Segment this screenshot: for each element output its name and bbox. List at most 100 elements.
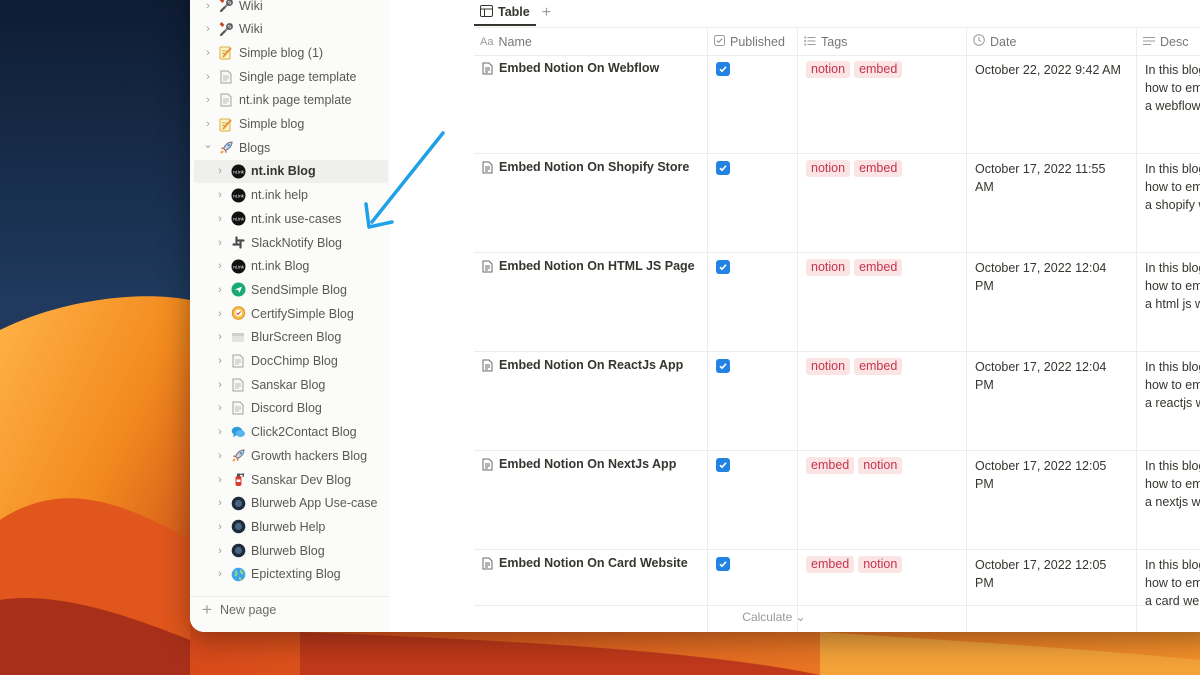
chevron-right-icon[interactable]: › xyxy=(214,284,226,296)
sidebar-item[interactable]: › nt.ink nt.ink help xyxy=(190,184,390,207)
published-checkbox[interactable] xyxy=(716,458,730,472)
sidebar-item[interactable]: › Epictexting Blog xyxy=(190,563,390,586)
sidebar-item[interactable]: › Blurweb Blog xyxy=(190,539,390,562)
chevron-right-icon[interactable]: › xyxy=(214,165,226,177)
sidebar-item[interactable]: › Simple blog (1) xyxy=(190,41,390,64)
sidebar-item[interactable]: › Discord Blog xyxy=(190,397,390,420)
sidebar-item[interactable]: › Sanskar Blog xyxy=(190,373,390,396)
column-header-name[interactable]: Aa Name xyxy=(474,28,707,55)
page-icon xyxy=(230,353,246,369)
published-checkbox[interactable] xyxy=(716,359,730,373)
chevron-right-icon[interactable]: › xyxy=(202,47,214,59)
chevron-right-icon[interactable]: › xyxy=(214,308,226,320)
chevron-right-icon[interactable]: › xyxy=(214,402,226,414)
cell-tags[interactable]: notion embed xyxy=(797,252,966,351)
column-header-date[interactable]: Date xyxy=(966,28,1136,55)
sidebar-item[interactable]: ⌄ Blogs xyxy=(190,136,390,159)
cell-tags[interactable]: embed notion xyxy=(797,450,966,549)
cell-date[interactable]: October 17, 2022 12:04 PM xyxy=(966,351,1136,450)
new-page-button[interactable]: + New page xyxy=(190,596,390,623)
table-row[interactable]: Embed Notion On ReactJs App notion embed Oc… xyxy=(474,351,1200,451)
sidebar-item[interactable]: › Growth hackers Blog xyxy=(190,444,390,467)
memo-icon xyxy=(218,116,234,132)
published-checkbox[interactable] xyxy=(716,62,730,76)
published-checkbox[interactable] xyxy=(716,260,730,274)
chevron-right-icon[interactable]: › xyxy=(214,237,226,249)
cell-date[interactable]: October 17, 2022 12:04 PM xyxy=(966,252,1136,351)
chevron-right-icon[interactable]: › xyxy=(202,94,214,106)
chevron-right-icon[interactable]: › xyxy=(214,450,226,462)
table-row[interactable]: Embed Notion On Shopify Store notion embed… xyxy=(474,153,1200,253)
sidebar-item[interactable]: › DocChimp Blog xyxy=(190,350,390,373)
cell-desc[interactable]: In this blog how to em a webflow xyxy=(1136,54,1200,153)
sidebar-item[interactable]: › Simple blog xyxy=(190,113,390,136)
column-header-desc[interactable]: Desc xyxy=(1136,28,1200,55)
page-icon xyxy=(218,92,234,108)
chevron-right-icon[interactable]: › xyxy=(214,379,226,391)
new-page-label: New page xyxy=(220,603,277,617)
sidebar-item[interactable]: › nt.ink page template xyxy=(190,89,390,112)
column-header-tags[interactable]: Tags xyxy=(797,28,966,55)
chevron-right-icon[interactable]: › xyxy=(214,497,226,509)
table-row[interactable]: Embed Notion On Webflow notion embed Octobe… xyxy=(474,54,1200,154)
cell-desc[interactable]: In this blog how to em a reactjs w xyxy=(1136,351,1200,450)
chevron-right-icon[interactable]: › xyxy=(214,355,226,367)
calculate-footer[interactable]: Calculate ⌄ xyxy=(474,605,1200,628)
chevron-right-icon[interactable]: › xyxy=(214,545,226,557)
cell-published xyxy=(707,450,797,549)
chevron-right-icon[interactable]: › xyxy=(214,568,226,580)
add-view-icon[interactable]: + xyxy=(542,4,551,22)
chevron-right-icon[interactable]: › xyxy=(202,71,214,83)
tag-pill: embed xyxy=(854,358,903,375)
chevron-right-icon[interactable]: › xyxy=(214,331,226,343)
sidebar-item[interactable]: › Click2Contact Blog xyxy=(190,421,390,444)
published-checkbox[interactable] xyxy=(716,557,730,571)
tab-table[interactable]: Table xyxy=(474,0,536,26)
cell-name[interactable]: Embed Notion On HTML JS Page xyxy=(474,252,707,351)
sidebar-item[interactable]: › Wiki xyxy=(190,0,390,17)
chevron-right-icon[interactable]: › xyxy=(214,426,226,438)
cell-name[interactable]: Embed Notion On Webflow xyxy=(474,54,707,153)
cell-desc[interactable]: In this blog how to em a nextjs w xyxy=(1136,450,1200,549)
sidebar-item[interactable]: › Wiki xyxy=(190,18,390,41)
cell-tags[interactable]: notion embed xyxy=(797,153,966,252)
chevron-right-icon[interactable]: › xyxy=(202,0,214,12)
cell-tags[interactable]: notion embed xyxy=(797,54,966,153)
published-checkbox[interactable] xyxy=(716,161,730,175)
date-line: PM xyxy=(975,477,994,491)
sidebar-item[interactable]: › BlurScreen Blog xyxy=(190,326,390,349)
cell-date[interactable]: October 17, 2022 11:55 AM xyxy=(966,153,1136,252)
sidebar-item[interactable]: › SendSimple Blog xyxy=(190,278,390,301)
sidebar-item[interactable]: › Sanskar Dev Blog xyxy=(190,468,390,491)
cell-name[interactable]: Embed Notion On NextJs App xyxy=(474,450,707,549)
chevron-right-icon[interactable]: › xyxy=(214,521,226,533)
chevron-right-icon[interactable]: › xyxy=(214,189,226,201)
sidebar-item[interactable]: › CertifySimple Blog xyxy=(190,302,390,325)
cell-date[interactable]: October 22, 2022 9:42 AM xyxy=(966,54,1136,153)
cell-name[interactable]: Embed Notion On ReactJs App xyxy=(474,351,707,450)
sidebar-item[interactable]: › Blurweb Help xyxy=(190,515,390,538)
sidebar-item[interactable]: › SlackNotify Blog xyxy=(190,231,390,254)
cell-desc[interactable]: In this blog how to em a shopify w xyxy=(1136,153,1200,252)
sidebar-item[interactable]: › nt.ink nt.ink Blog xyxy=(194,159,388,183)
tag-pill: notion xyxy=(806,358,851,375)
chevron-right-icon[interactable]: › xyxy=(214,260,226,272)
sidebar-item[interactable]: › Blurweb App Use-case xyxy=(190,492,390,515)
cell-date[interactable]: October 17, 2022 12:05 PM xyxy=(966,450,1136,549)
chevron-right-icon[interactable]: › xyxy=(214,213,226,225)
table-row[interactable]: Embed Notion On HTML JS Page notion embed O… xyxy=(474,252,1200,352)
chevron-down-icon[interactable]: ⌄ xyxy=(202,138,214,151)
chevron-right-icon[interactable]: › xyxy=(202,118,214,130)
sidebar-item[interactable]: › Single page template xyxy=(190,65,390,88)
chevron-right-icon[interactable]: › xyxy=(214,474,226,486)
table-row[interactable]: Embed Notion On NextJs App embed notion Oct… xyxy=(474,450,1200,550)
cell-name[interactable]: Embed Notion On Shopify Store xyxy=(474,153,707,252)
blurweb-icon xyxy=(230,495,246,511)
sidebar-item[interactable]: › nt.ink nt.ink use-cases xyxy=(190,207,390,230)
sidebar-item[interactable]: › nt.ink nt.ink Blog xyxy=(190,255,390,278)
cell-desc[interactable]: In this blog how to em a html js w xyxy=(1136,252,1200,351)
cell-tags[interactable]: notion embed xyxy=(797,351,966,450)
chevron-right-icon[interactable]: › xyxy=(202,23,214,35)
sidebar-item-label: Blurweb App Use-case xyxy=(251,496,378,511)
column-header-published[interactable]: Published xyxy=(707,28,797,55)
